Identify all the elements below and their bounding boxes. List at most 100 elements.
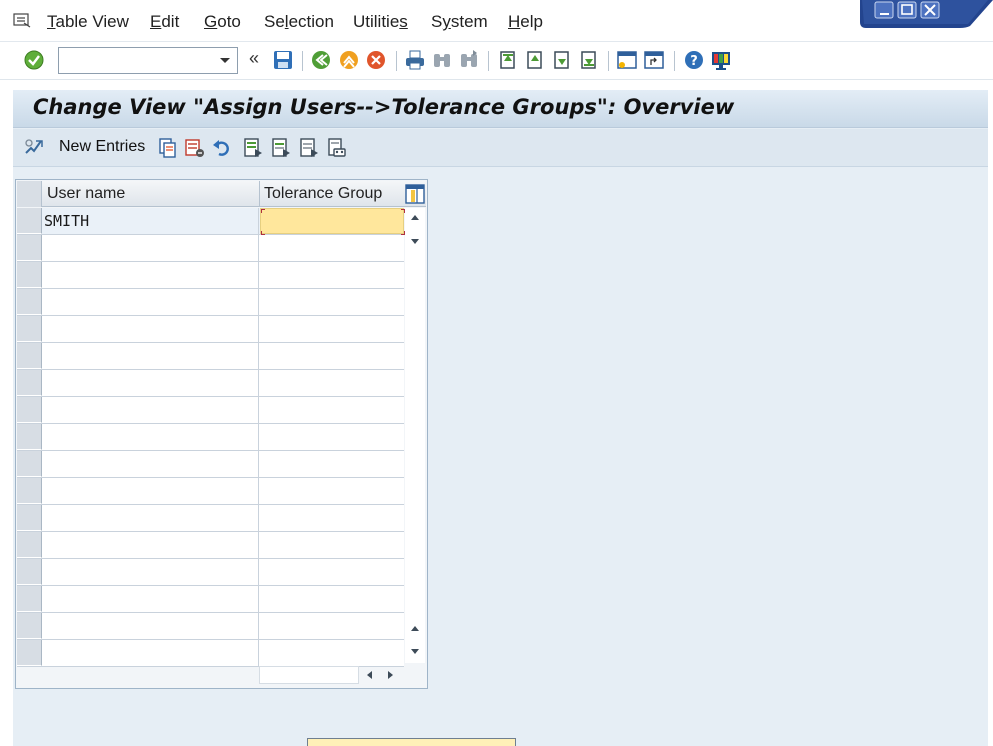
user-name-cell[interactable] [43,640,259,666]
row-selector[interactable] [17,262,42,288]
tolerance-group-cell[interactable] [260,208,405,235]
scroll-up-icon[interactable] [408,622,422,636]
user-name-cell[interactable] [43,397,259,423]
deselect-all-icon[interactable] [298,137,320,159]
scroll-right-icon[interactable] [383,668,397,682]
tolerance-group-cell[interactable] [260,478,404,504]
delete-icon[interactable] [184,137,206,159]
minimize-icon[interactable] [874,1,894,19]
menu-icon[interactable] [13,12,31,28]
last-page-icon[interactable] [578,49,600,71]
column-header-tolerance-group[interactable]: Tolerance Group [264,185,382,203]
user-name-cell[interactable] [43,451,259,477]
row-selector[interactable] [17,505,42,531]
select-block-icon[interactable] [270,137,292,159]
tolerance-group-cell[interactable] [260,640,404,666]
first-page-icon[interactable] [497,49,519,71]
user-name-cell[interactable] [43,424,259,450]
horizontal-scroll-track[interactable] [259,666,359,684]
user-name-cell[interactable] [43,262,259,288]
next-page-icon[interactable] [551,49,573,71]
back-icon[interactable] [310,49,332,71]
horizontal-scrollbar[interactable] [259,666,405,686]
menu-utilities[interactable]: Utilities [353,12,408,32]
menu-selection[interactable]: Selection [264,12,334,32]
scroll-left-icon[interactable] [363,668,377,682]
row-selector[interactable] [17,586,42,612]
tolerance-group-cell[interactable] [260,559,404,585]
tolerance-group-cell[interactable] [260,586,404,612]
customize-layout-icon[interactable] [710,49,732,71]
row-selector[interactable] [17,370,42,396]
tolerance-group-cell[interactable] [260,613,404,639]
row-selector[interactable] [17,532,42,558]
enter-icon[interactable] [23,49,45,71]
tolerance-group-input[interactable] [261,209,403,233]
vertical-scrollbar[interactable] [405,208,425,663]
tolerance-group-cell[interactable] [260,424,404,450]
user-name-cell[interactable] [43,370,259,396]
print-standard-list-icon[interactable] [326,137,348,159]
column-header-user-name[interactable]: User name [47,185,125,203]
maximize-icon[interactable] [897,1,917,19]
tolerance-group-cell[interactable] [260,343,404,369]
row-selector[interactable] [17,235,42,261]
undo-change-icon[interactable] [211,137,233,159]
user-name-cell[interactable] [43,532,259,558]
scroll-down-icon[interactable] [408,234,422,248]
user-name-cell[interactable]: SMITH [43,208,259,234]
tolerance-group-cell[interactable] [260,370,404,396]
user-name-cell[interactable] [43,478,259,504]
save-icon[interactable] [272,49,294,71]
tolerance-group-cell[interactable] [260,397,404,423]
find-icon[interactable] [431,49,453,71]
tolerance-group-cell[interactable] [260,262,404,288]
print-icon[interactable] [404,49,426,71]
chevron-down-icon[interactable] [213,48,237,73]
user-name-cell[interactable] [43,586,259,612]
user-name-cell[interactable] [43,613,259,639]
tolerance-group-cell[interactable] [260,289,404,315]
new-entries-button[interactable]: New Entries [59,138,145,156]
row-selector[interactable] [17,343,42,369]
user-name-cell[interactable] [43,343,259,369]
display-change-icon[interactable] [23,137,45,159]
command-field[interactable] [58,47,238,74]
user-name-cell[interactable] [43,505,259,531]
row-selector[interactable] [17,424,42,450]
previous-page-icon[interactable] [524,49,546,71]
table-settings-icon[interactable] [405,184,425,204]
help-icon[interactable]: ? [683,49,705,71]
scroll-page-up-icon[interactable] [408,211,422,225]
select-all-rows-button[interactable] [17,181,42,207]
user-name-cell[interactable] [43,559,259,585]
row-selector[interactable] [17,397,42,423]
copy-as-icon[interactable] [157,137,179,159]
row-selector[interactable] [17,316,42,342]
shortcut-icon[interactable] [643,49,665,71]
menu-table-view[interactable]: Table View [47,12,129,32]
tolerance-group-cell[interactable] [260,316,404,342]
exit-icon[interactable] [338,49,360,71]
user-name-cell[interactable] [43,235,259,261]
tolerance-group-cell[interactable] [260,451,404,477]
user-name-cell[interactable] [43,289,259,315]
create-session-icon[interactable] [616,49,638,71]
row-selector[interactable] [17,451,42,477]
menu-system[interactable]: System [431,12,488,32]
scroll-page-down-icon[interactable] [408,644,422,658]
user-name-cell[interactable] [43,316,259,342]
row-selector[interactable] [17,478,42,504]
find-next-icon[interactable] [458,49,480,71]
tolerance-group-cell[interactable] [260,505,404,531]
menu-goto[interactable]: Goto [204,12,241,32]
tolerance-group-cell[interactable] [260,532,404,558]
menu-help[interactable]: Help [508,12,543,32]
tolerance-group-cell[interactable] [260,235,404,261]
row-selector[interactable] [17,559,42,585]
row-selector[interactable] [17,640,42,666]
column-divider[interactable] [259,181,260,207]
close-icon[interactable] [920,1,940,19]
command-input[interactable] [59,48,209,73]
menu-edit[interactable]: Edit [150,12,179,32]
